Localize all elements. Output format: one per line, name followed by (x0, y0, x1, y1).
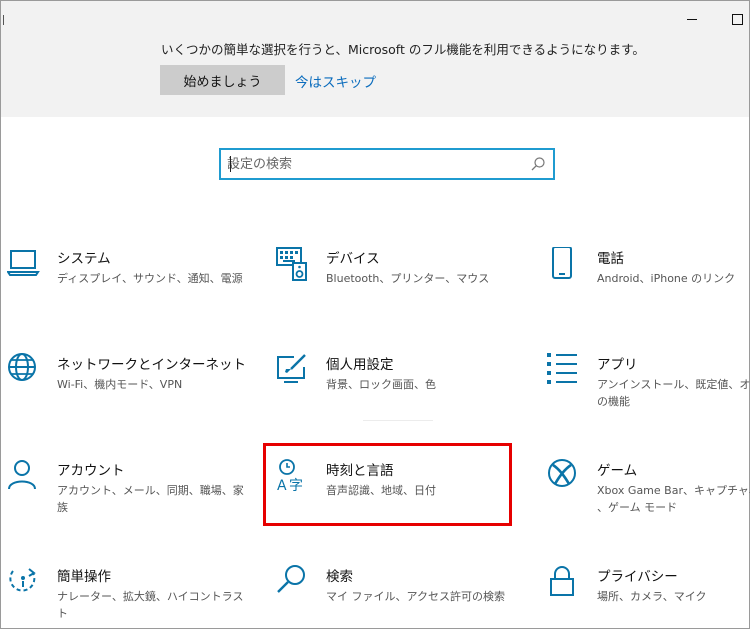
skip-for-now-link[interactable]: 今はスキップ (295, 71, 376, 91)
tile-network[interactable]: ネットワークとインターネット Wi-Fi、機内モード、VPN (7, 353, 247, 423)
xbox-icon (548, 459, 576, 487)
tile-title: ネットワークとインターネット (57, 357, 246, 373)
ease-of-access-icon (9, 568, 36, 592)
tile-description: ディスプレイ、サウンド、通知、電源 (57, 272, 243, 285)
lock-icon (550, 566, 574, 596)
tile-gaming[interactable]: ゲーム Xbox Game Bar、キャプチャ、ゲ 、ゲーム モード (547, 459, 750, 529)
tile-description: 背景、ロック画面、色 (326, 378, 436, 391)
tile-description: Android、iPhone のリンク (597, 272, 736, 285)
paint-brush-icon (277, 354, 306, 383)
tile-title: デバイス (326, 251, 380, 267)
tile-personalization[interactable]: 個人用設定 背景、ロック画面、色 (276, 353, 516, 423)
tile-description: マイ ファイル、アクセス許可の検索 (326, 590, 505, 603)
phone-icon (552, 247, 572, 279)
settings-search-box[interactable] (219, 148, 555, 180)
globe-icon (8, 353, 36, 381)
keyboard-speaker-icon (276, 247, 307, 281)
divider (363, 420, 433, 421)
tile-system[interactable]: システム ディスプレイ、サウンド、通知、電源 (7, 247, 247, 317)
get-started-button[interactable]: 始めましょう (160, 65, 285, 95)
window-edge-glyph (1, 15, 4, 25)
tile-title: 個人用設定 (326, 357, 394, 373)
tile-title: アカウント (57, 463, 125, 479)
text-caret (230, 156, 231, 172)
tile-privacy[interactable]: プライバシー 場所、カメラ、マイク (547, 565, 750, 629)
tile-title: 電話 (597, 251, 624, 267)
tile-title: システム (57, 251, 111, 267)
search-icon[interactable] (531, 157, 545, 171)
search-icon (277, 565, 305, 593)
highlight-annotation (263, 443, 512, 526)
tile-accounts[interactable]: アカウント アカウント、メール、同期、職場、家 族 (7, 459, 247, 529)
tile-description: アカウント、メール、同期、職場、家 族 (57, 484, 244, 514)
banner-message: いくつかの簡単な選択を行うと、Microsoft のフル機能を利用できるようにな… (161, 42, 645, 57)
tile-description: 場所、カメラ、マイク (597, 590, 707, 603)
tile-search[interactable]: 検索 マイ ファイル、アクセス許可の検索 (276, 565, 516, 629)
tile-description: ナレーター、拡大鏡、ハイコントラスト (57, 590, 244, 620)
settings-search-input[interactable] (227, 154, 517, 174)
tile-ease-of-access[interactable]: 簡単操作 ナレーター、拡大鏡、ハイコントラスト (7, 565, 247, 629)
tile-description: Bluetooth、プリンター、マウス (326, 272, 490, 285)
maximize-button[interactable] (727, 9, 747, 29)
tile-devices[interactable]: デバイス Bluetooth、プリンター、マウス (276, 247, 516, 317)
minimize-button[interactable] (682, 9, 702, 29)
setup-banner (1, 1, 749, 117)
tile-description: Xbox Game Bar、キャプチャ、ゲ 、ゲーム モード (597, 484, 750, 514)
tile-description: アンインストール、既定値、オプショ の機能 (597, 378, 750, 408)
laptop-icon (7, 250, 40, 276)
tile-title: 検索 (326, 569, 353, 585)
tile-title: ゲーム (597, 463, 638, 479)
app-list-icon (547, 353, 577, 384)
tile-description: Wi-Fi、機内モード、VPN (57, 378, 183, 391)
tile-phone[interactable]: 電話 Android、iPhone のリンク (547, 247, 750, 317)
tile-apps[interactable]: アプリ アンインストール、既定値、オプショ の機能 (547, 353, 750, 423)
tile-title: 簡単操作 (57, 569, 111, 585)
tile-title: アプリ (597, 357, 638, 373)
person-icon (8, 460, 36, 490)
tile-title: プライバシー (597, 569, 678, 585)
